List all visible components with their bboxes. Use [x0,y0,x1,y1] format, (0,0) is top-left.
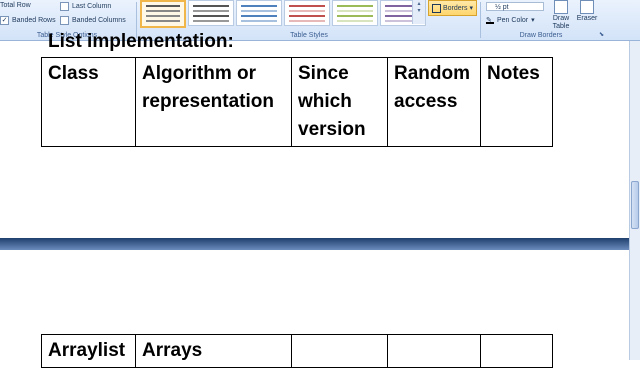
banded-rows-checkbox[interactable]: ✓ [0,16,9,25]
banded-rows-label: Banded Rows [12,17,56,24]
scrollbar-thumb[interactable] [631,181,639,229]
table-cell-class[interactable]: Arraylist [41,334,136,368]
pen-color-label: Pen Color [497,16,529,24]
eraser-button[interactable]: Eraser [574,0,600,23]
table-cell-algorithm[interactable]: Algorithm or representation [135,57,292,147]
total-row-label: Total Row [0,2,31,9]
banded-columns-label: Banded Columns [72,17,126,24]
data-table[interactable]: Arraylist Arrays [41,334,553,368]
document-area[interactable]: List implementation: Class Algorithm or … [0,31,630,368]
eraser-icon [580,0,594,14]
last-column-checkbox[interactable] [60,2,69,11]
gallery-scroll-buttons[interactable]: ▴ ▾ [412,0,425,24]
pen-icon: ✎ [486,16,494,24]
pen-weight-value: ½ pt [495,4,509,11]
banded-rows-option[interactable]: ✓ Banded Rows [0,16,56,25]
table-style-swatch-4[interactable] [284,0,330,26]
page-break [0,238,630,250]
last-column-option[interactable]: Last Column [60,2,111,11]
document-heading: List implementation: [48,31,234,52]
table-style-swatch-1[interactable] [140,0,186,28]
table-row: Class Algorithm or representation Since … [41,57,553,147]
eraser-label: Eraser [576,15,598,22]
banded-columns-checkbox[interactable] [60,16,69,25]
table-cell-notes[interactable] [480,334,553,368]
draw-table-button[interactable]: Draw Table [548,0,574,31]
draw-table-label: Draw Table [552,15,570,30]
table-style-swatch-2[interactable] [188,0,234,26]
table-row: Arraylist Arrays [41,334,553,368]
last-column-label: Last Column [72,3,112,10]
borders-button[interactable]: Borders ▾ [428,0,478,16]
table-cell-notes[interactable]: Notes [480,57,553,147]
draw-borders-label: Draw Borders [519,32,563,39]
table-cell-random-access[interactable]: Random access [387,57,481,147]
ribbon-separator [480,2,481,38]
borders-icon [432,3,441,13]
total-row-option[interactable]: Total Row [0,2,31,9]
draw-borders-group: ½ pt ✎ Pen Color ▾ Draw Table Eraser Dra… [482,0,640,40]
table-cell-version[interactable]: Since which version [291,57,388,147]
table-style-swatch-5[interactable] [332,0,378,26]
pen-color-button[interactable]: ✎ Pen Color ▾ [486,16,535,24]
pencil-icon [554,0,568,14]
table-cell-random-access[interactable] [387,334,481,368]
table-style-swatch-3[interactable] [236,0,282,26]
borders-label: Borders [443,4,468,12]
table-cell-class[interactable]: Class [41,57,136,147]
vertical-scrollbar[interactable] [629,41,640,360]
dialog-launcher-icon[interactable]: ⬊ [599,31,604,38]
table-cell-algorithm[interactable]: Arrays [135,334,292,368]
table-cell-version[interactable] [291,334,388,368]
banded-columns-option[interactable]: Banded Columns [60,16,126,25]
chevron-down-icon: ▾ [531,17,535,24]
pen-weight-select[interactable]: ½ pt [486,2,544,11]
chevron-down-icon: ▾ [469,5,474,12]
header-table[interactable]: Class Algorithm or representation Since … [41,57,553,147]
